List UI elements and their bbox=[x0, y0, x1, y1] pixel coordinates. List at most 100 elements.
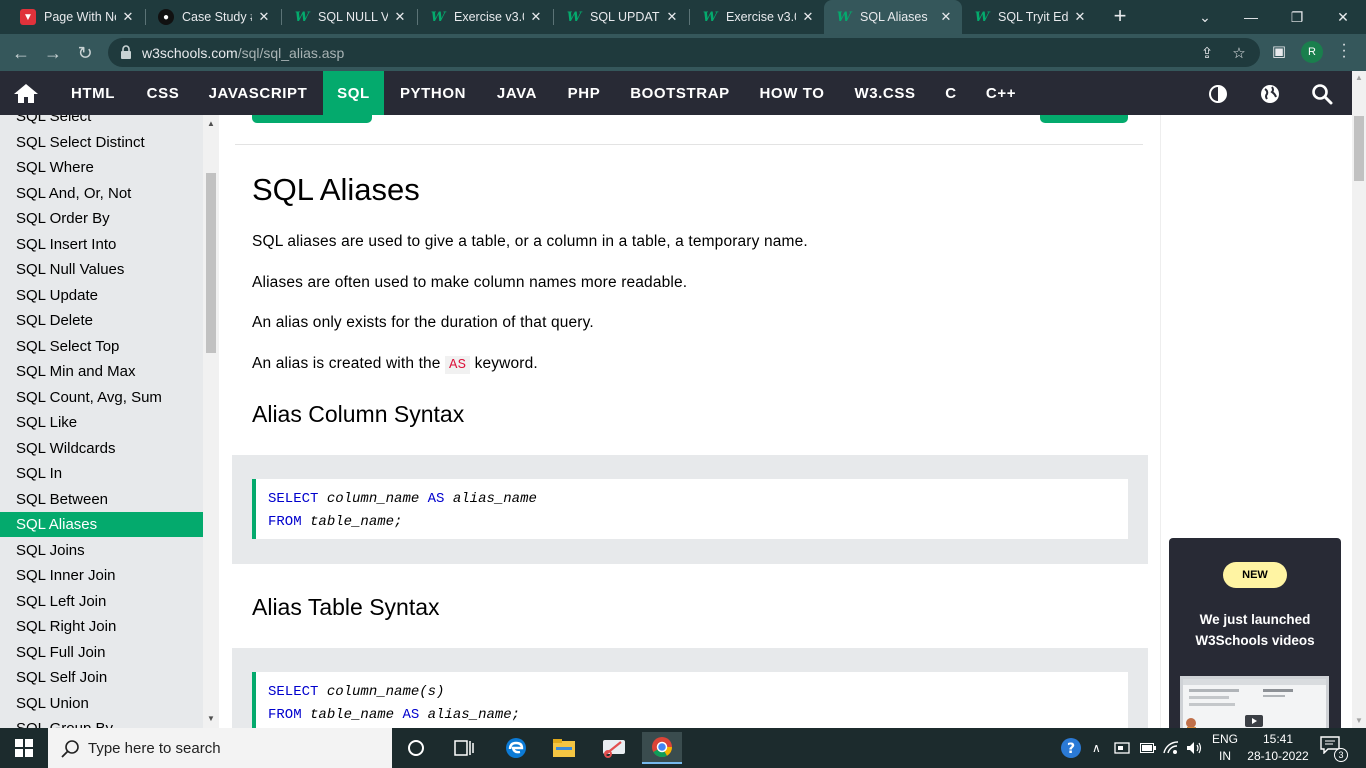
sidebar-scrollbar[interactable]: ▲ ▼ bbox=[203, 115, 219, 728]
reload-button[interactable]: ↻ bbox=[72, 40, 98, 66]
sidebar-item-update[interactable]: SQL Update bbox=[0, 283, 203, 308]
profile-avatar[interactable]: R bbox=[1301, 41, 1323, 63]
volume-icon[interactable] bbox=[1186, 728, 1204, 768]
scroll-up-icon[interactable]: ▲ bbox=[203, 117, 219, 131]
wifi-icon[interactable] bbox=[1163, 728, 1179, 768]
share-icon[interactable]: ⇪ bbox=[1198, 44, 1216, 62]
cortana-icon[interactable] bbox=[396, 732, 436, 764]
close-icon[interactable]: ✕ bbox=[800, 9, 816, 25]
sidebar-item-inner-join[interactable]: SQL Inner Join bbox=[0, 563, 203, 588]
notification-center-icon[interactable]: 3 bbox=[1320, 736, 1350, 762]
sidebar-item-full-join[interactable]: SQL Full Join bbox=[0, 640, 203, 665]
close-icon[interactable]: ✕ bbox=[664, 9, 680, 25]
forward-button[interactable]: → bbox=[40, 40, 66, 66]
close-icon[interactable]: ✕ bbox=[1072, 9, 1088, 25]
nav-python[interactable]: PYTHON bbox=[388, 71, 478, 115]
meet-now-icon[interactable] bbox=[1114, 728, 1130, 768]
sidebar-item-insert-into[interactable]: SQL Insert Into bbox=[0, 232, 203, 257]
page-scroll-thumb[interactable] bbox=[1354, 116, 1364, 181]
sidebar-item-right-join[interactable]: SQL Right Join bbox=[0, 614, 203, 639]
nav-how-to[interactable]: HOW TO bbox=[748, 71, 836, 115]
sidebar-item-left-join[interactable]: SQL Left Join bbox=[0, 589, 203, 614]
nav-sql[interactable]: SQL bbox=[323, 71, 384, 115]
close-icon[interactable]: ✕ bbox=[528, 9, 544, 25]
sidebar-item-aliases[interactable]: SQL Aliases bbox=[0, 512, 203, 537]
theme-toggle-icon[interactable] bbox=[1207, 83, 1229, 105]
next-button[interactable] bbox=[1040, 115, 1128, 123]
video-thumbnail[interactable] bbox=[1180, 676, 1329, 728]
sidebar-scroll-thumb[interactable] bbox=[206, 173, 216, 353]
nav-css[interactable]: CSS bbox=[136, 71, 190, 115]
sidebar-item-select[interactable]: SQL Select bbox=[0, 115, 203, 129]
scroll-up-icon[interactable]: ▲ bbox=[1352, 71, 1366, 85]
help-icon[interactable]: ? bbox=[1060, 728, 1082, 768]
close-window-button[interactable]: ✕ bbox=[1320, 0, 1366, 34]
sidebar-item-select-top[interactable]: SQL Select Top bbox=[0, 334, 203, 359]
close-icon[interactable]: ✕ bbox=[256, 9, 272, 25]
taskbar-search[interactable]: Type here to search bbox=[48, 728, 392, 768]
video-promo-card[interactable]: NEW We just launched W3Schools videos bbox=[1169, 538, 1341, 728]
sidebar-item-in[interactable]: SQL In bbox=[0, 461, 203, 486]
browser-tab[interactable]: W Exercise v3.0 ✕ bbox=[418, 0, 552, 34]
close-icon[interactable]: ✕ bbox=[120, 9, 136, 25]
sidebar-item-delete[interactable]: SQL Delete bbox=[0, 308, 203, 333]
sidebar-item-group-by[interactable]: SQL Group By bbox=[0, 716, 203, 728]
back-button[interactable]: ← bbox=[8, 40, 34, 66]
nav-html[interactable]: HTML bbox=[56, 71, 130, 115]
nav-javascript[interactable]: JAVASCRIPT bbox=[196, 71, 320, 115]
sidebar-item-like[interactable]: SQL Like bbox=[0, 410, 203, 435]
sidebar-item-self-join[interactable]: SQL Self Join bbox=[0, 665, 203, 690]
browser-tab[interactable]: W SQL UPDATE ✕ bbox=[554, 0, 688, 34]
bookmark-star-icon[interactable]: ☆ bbox=[1230, 44, 1248, 62]
sidebar-item-order-by[interactable]: SQL Order By bbox=[0, 206, 203, 231]
battery-icon[interactable] bbox=[1140, 728, 1156, 768]
browser-tab[interactable]: W SQL Tryit Edit ✕ bbox=[962, 0, 1096, 34]
sidebar-item-where[interactable]: SQL Where bbox=[0, 155, 203, 180]
nav-php[interactable]: PHP bbox=[556, 71, 612, 115]
nav-bootstrap[interactable]: BOOTSTRAP bbox=[618, 71, 742, 115]
system-clock[interactable]: 15:41 28-10-2022 bbox=[1246, 731, 1310, 765]
sidebar-item-and-or-not[interactable]: SQL And, Or, Not bbox=[0, 181, 203, 206]
close-icon[interactable]: ✕ bbox=[392, 9, 408, 25]
side-panel-icon[interactable]: ▣ bbox=[1270, 42, 1288, 60]
nav-cpp[interactable]: C++ bbox=[974, 71, 1028, 115]
chrome-icon[interactable] bbox=[642, 732, 682, 764]
show-hidden-icons-chevron-icon[interactable]: ∧ bbox=[1092, 728, 1101, 768]
sidebar-item-select-distinct[interactable]: SQL Select Distinct bbox=[0, 130, 203, 155]
close-icon[interactable]: ✕ bbox=[938, 9, 954, 25]
sidebar-item-wildcards[interactable]: SQL Wildcards bbox=[0, 436, 203, 461]
browser-tab[interactable]: ● Case Study # ✕ bbox=[146, 0, 280, 34]
new-tab-button[interactable]: + bbox=[1108, 5, 1132, 29]
tab-search-chevron-icon[interactable]: ⌄ bbox=[1182, 0, 1228, 34]
browser-tab[interactable]: W Exercise v3.0 ✕ bbox=[690, 0, 824, 34]
page-scrollbar[interactable]: ▲ ▼ bbox=[1352, 71, 1366, 728]
start-button[interactable] bbox=[0, 728, 48, 768]
nav-java[interactable]: JAVA bbox=[484, 71, 550, 115]
nav-w3css[interactable]: W3.CSS bbox=[842, 71, 928, 115]
browser-tab[interactable]: ▼ Page With No ✕ bbox=[8, 0, 144, 34]
file-explorer-icon[interactable] bbox=[544, 732, 584, 764]
sidebar-item-min-max[interactable]: SQL Min and Max bbox=[0, 359, 203, 384]
browser-tab-active[interactable]: W SQL Aliases ✕ bbox=[824, 0, 962, 34]
task-view-icon[interactable] bbox=[444, 732, 484, 764]
globe-icon[interactable] bbox=[1259, 83, 1281, 105]
sidebar-item-null-values[interactable]: SQL Null Values bbox=[0, 257, 203, 282]
sidebar-item-union[interactable]: SQL Union bbox=[0, 691, 203, 716]
minimize-button[interactable]: — bbox=[1228, 0, 1274, 34]
sidebar-item-count-avg-sum[interactable]: SQL Count, Avg, Sum bbox=[0, 385, 203, 410]
sidebar-item-joins[interactable]: SQL Joins bbox=[0, 538, 203, 563]
home-icon[interactable] bbox=[12, 82, 40, 104]
browser-tab[interactable]: W SQL NULL Val ✕ bbox=[282, 0, 416, 34]
restore-button[interactable]: ❐ bbox=[1274, 0, 1320, 34]
scroll-down-icon[interactable]: ▼ bbox=[1352, 714, 1366, 728]
previous-button[interactable] bbox=[252, 115, 372, 123]
nav-c[interactable]: C bbox=[934, 71, 968, 115]
language-indicator[interactable]: ENG IN bbox=[1208, 731, 1242, 765]
snipping-tool-icon[interactable] bbox=[594, 732, 634, 764]
edge-browser-icon[interactable] bbox=[496, 732, 536, 764]
scroll-down-icon[interactable]: ▼ bbox=[203, 712, 219, 726]
address-bar[interactable]: w3schools.com/sql/sql_alias.asp ⇪ ☆ bbox=[108, 38, 1260, 67]
search-icon[interactable] bbox=[1311, 83, 1333, 105]
browser-menu-icon[interactable]: · · · bbox=[1334, 37, 1354, 65]
sidebar-item-between[interactable]: SQL Between bbox=[0, 487, 203, 512]
